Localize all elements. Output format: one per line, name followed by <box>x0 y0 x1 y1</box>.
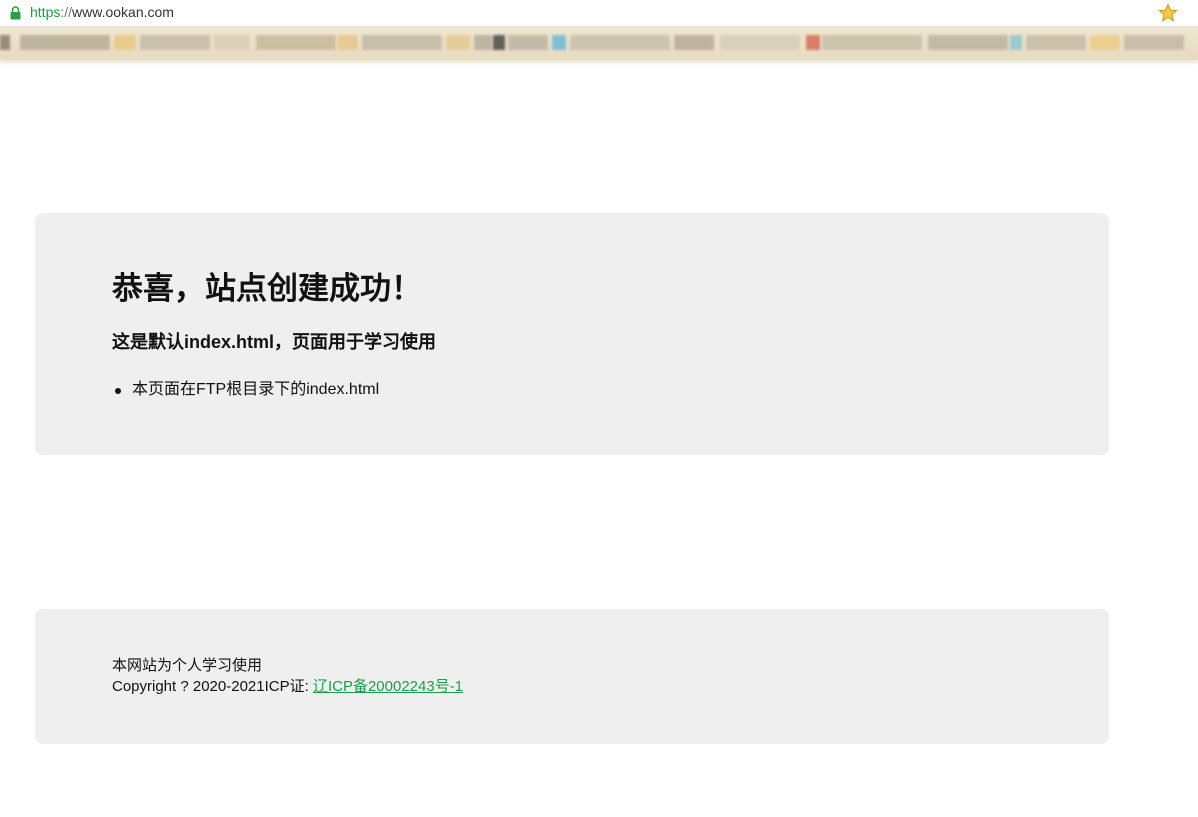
bookmark-item[interactable] <box>0 35 10 50</box>
bookmark-item[interactable] <box>1026 35 1086 50</box>
bookmark-item[interactable] <box>552 35 566 50</box>
bookmark-item[interactable] <box>338 35 358 50</box>
bookmark-item[interactable] <box>1124 35 1184 50</box>
bookmark-item[interactable] <box>928 35 1008 50</box>
star-icon[interactable] <box>1158 3 1178 23</box>
address-bar[interactable]: https://www.ookan.com <box>0 0 1198 27</box>
bookmark-item[interactable] <box>508 35 548 50</box>
list-item: 本页面在FTP根目录下的index.html <box>112 380 379 400</box>
bookmark-item[interactable] <box>362 35 442 50</box>
lock-icon <box>10 6 21 20</box>
bookmark-item[interactable] <box>806 35 820 50</box>
info-list: 本页面在FTP根目录下的index.html <box>112 380 379 400</box>
footer-copyright: Copyright ? 2020-2021ICP证: 辽ICP备20002243… <box>112 677 463 697</box>
bookmark-item[interactable] <box>256 35 336 50</box>
bookmark-item[interactable] <box>20 35 110 50</box>
footer-note: 本网站为个人学习使用 <box>112 657 263 674</box>
bookmark-item[interactable] <box>1010 35 1022 50</box>
bookmark-item[interactable] <box>214 35 250 50</box>
bookmark-item[interactable] <box>720 35 800 50</box>
footer-card: 本网站为个人学习使用 Copyright ? 2020-2021ICP证: 辽I… <box>35 609 1109 744</box>
bookmark-item[interactable] <box>474 35 492 50</box>
bookmark-item[interactable] <box>570 35 670 50</box>
main-card: 恭喜，站点创建成功！ 这是默认index.html，页面用于学习使用 本页面在F… <box>35 213 1109 455</box>
bookmarks-bar[interactable] <box>0 27 1198 60</box>
bookmark-item[interactable] <box>140 35 210 50</box>
bookmark-item[interactable] <box>446 35 470 50</box>
copyright-text: Copyright ? 2020-2021ICP证: <box>112 678 313 695</box>
bookmark-item[interactable] <box>822 35 922 50</box>
url-separator: :// <box>60 4 73 20</box>
bookmark-item[interactable] <box>493 35 505 50</box>
page-title: 恭喜，站点创建成功！ <box>112 271 422 306</box>
bookmark-item[interactable] <box>674 35 714 50</box>
url-text[interactable]: https://www.ookan.com <box>30 4 174 20</box>
url-scheme: https <box>30 4 61 20</box>
bookmark-item[interactable] <box>1090 35 1120 50</box>
page-subtitle: 这是默认index.html，页面用于学习使用 <box>112 332 437 352</box>
bookmark-item[interactable] <box>114 35 136 50</box>
url-host: www.ookan.com <box>72 4 174 20</box>
icp-link[interactable]: 辽ICP备20002243号-1 <box>313 678 463 695</box>
